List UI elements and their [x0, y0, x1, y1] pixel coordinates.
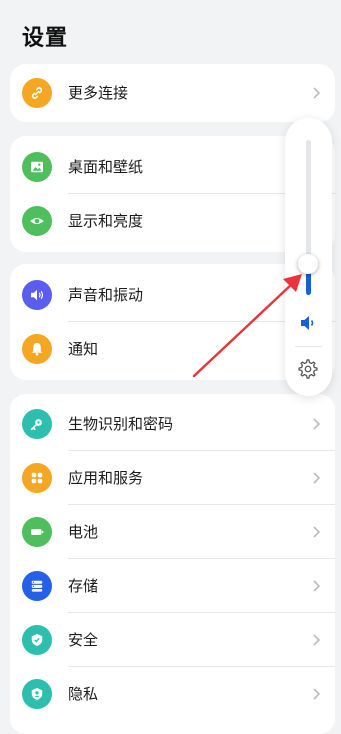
privacy-icon [22, 679, 52, 709]
settings-item-biometrics[interactable]: 生物识别和密码 [10, 397, 335, 451]
apps-grid-icon [22, 463, 52, 493]
settings-item-label: 显示和亮度 [68, 212, 144, 230]
page-title: 设置 [22, 26, 69, 51]
settings-item-security[interactable]: 安全 [10, 613, 335, 667]
settings-group-connections: 更多连接 [10, 64, 335, 122]
gear-icon[interactable] [297, 358, 319, 380]
settings-item-apps[interactable]: 应用和服务 [10, 451, 335, 505]
settings-item-label: 生物识别和密码 [68, 415, 174, 433]
settings-item-more-connections[interactable]: 更多连接 [10, 66, 335, 120]
chevron-right-icon [313, 418, 321, 430]
chevron-right-icon [313, 580, 321, 592]
settings-item-battery[interactable]: 电池 [10, 505, 335, 559]
settings-item-label: 电池 [68, 523, 99, 541]
chevron-right-icon [313, 87, 321, 99]
speaker-icon[interactable] [298, 314, 318, 332]
speaker-icon [22, 280, 52, 310]
settings-item-storage[interactable]: 存储 [10, 559, 335, 613]
settings-item-label: 应用和服务 [68, 469, 144, 487]
settings-item-label: 存储 [68, 577, 99, 595]
eye-icon [22, 206, 52, 236]
key-icon [22, 409, 52, 439]
chevron-right-icon [313, 688, 321, 700]
settings-item-label: 更多连接 [68, 84, 129, 102]
battery-icon [22, 517, 52, 547]
settings-group-system: 生物识别和密码 应用和服务 电池 存储 安全 隐私 [10, 394, 335, 734]
link-icon [22, 78, 52, 108]
settings-item-label: 隐私 [68, 685, 99, 703]
chevron-right-icon [313, 634, 321, 646]
settings-item-label: 安全 [68, 631, 99, 649]
settings-item-label: 声音和振动 [68, 286, 144, 304]
storage-icon [22, 571, 52, 601]
chevron-right-icon [313, 472, 321, 484]
settings-item-privacy[interactable]: 隐私 [10, 667, 335, 721]
divider [295, 346, 322, 347]
volume-slider-thumb[interactable] [298, 254, 318, 274]
settings-item-label: 桌面和壁纸 [68, 158, 144, 176]
shield-icon [22, 625, 52, 655]
settings-item-label: 通知 [68, 340, 99, 358]
chevron-right-icon [313, 526, 321, 538]
bell-icon [22, 334, 52, 364]
image-icon [22, 152, 52, 182]
volume-panel [285, 118, 332, 396]
